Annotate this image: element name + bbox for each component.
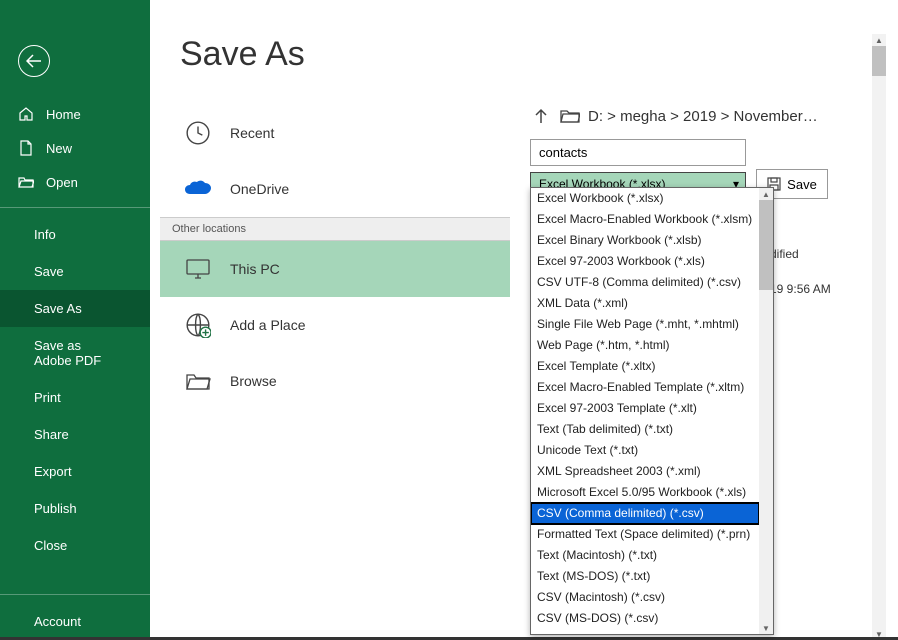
sidebar-item-label: Save as Adobe PDF [34,338,116,368]
file-type-option[interactable]: Single File Web Page (*.mht, *.mhtml) [531,314,759,335]
save-target-panel: D: > megha > 2019 > November… Excel Work… [530,105,850,199]
filename-input[interactable] [530,139,746,166]
sidebar-item-print[interactable]: Print [0,379,150,416]
file-type-option[interactable]: CSV (Comma delimited) (*.csv) [531,503,759,524]
file-type-option[interactable]: Excel Macro-Enabled Workbook (*.xlsm) [531,209,759,230]
sidebar-item-label: Home [46,107,81,122]
file-type-option[interactable]: Excel Macro-Enabled Template (*.xltm) [531,377,759,398]
sidebar-item-label: Save As [34,301,82,316]
location-label: Browse [230,373,277,389]
sidebar-item-publish[interactable]: Publish [0,490,150,527]
back-button[interactable] [18,45,50,77]
open-folder-icon [18,174,34,190]
location-label: This PC [230,261,280,277]
file-type-option[interactable]: Excel Binary Workbook (*.xlsb) [531,230,759,251]
file-type-option[interactable]: Formatted Text (Space delimited) (*.prn) [531,524,759,545]
new-file-icon [18,140,34,156]
locations-list: Recent OneDrive Other locations This PC … [160,105,510,409]
file-type-option[interactable]: CSV (Macintosh) (*.csv) [531,587,759,608]
file-type-option[interactable]: Text (Tab delimited) (*.txt) [531,419,759,440]
file-type-option[interactable]: Text (MS-DOS) (*.txt) [531,566,759,587]
sidebar-item-info[interactable]: Info [0,216,150,253]
folder-icon [560,108,580,124]
sidebar-item-label: New [46,141,72,156]
file-type-option[interactable]: XML Data (*.xml) [531,293,759,314]
breadcrumb-row: D: > megha > 2019 > November… [530,105,850,127]
file-type-option[interactable]: Excel 97-2003 Template (*.xlt) [531,398,759,419]
sidebar-item-save-as-pdf[interactable]: Save as Adobe PDF [0,327,150,379]
sidebar-item-new[interactable]: New [0,131,150,165]
location-add-place[interactable]: Add a Place [160,297,510,353]
column-header-modified-partial: dified [770,247,799,261]
sidebar-item-label: Info [34,227,56,242]
file-type-option[interactable]: Unicode Text (*.txt) [531,440,759,461]
sidebar-item-label: Publish [34,501,77,516]
location-label: OneDrive [230,181,289,197]
location-label: Add a Place [230,317,306,333]
file-type-dropdown-list: Excel Workbook (*.xlsx)Excel Macro-Enabl… [530,187,774,635]
up-one-level-button[interactable] [530,105,552,127]
dropdown-scrollbar[interactable]: ▲ ▼ [759,188,773,634]
scroll-up-icon[interactable]: ▲ [759,188,773,200]
page-title: Save As [180,35,886,74]
backstage-content: Save As Recent OneDrive Other locations … [150,0,886,640]
location-onedrive[interactable]: OneDrive [160,161,510,217]
sidebar-item-home[interactable]: Home [0,97,150,131]
sidebar-separator [0,207,150,208]
file-type-option[interactable]: CSV UTF-8 (Comma delimited) (*.csv) [531,272,759,293]
sidebar-item-close[interactable]: Close [0,527,150,564]
sidebar-item-label: Print [34,390,61,405]
add-place-icon [184,311,212,339]
file-row-date-partial: 19 9:56 AM [770,282,831,296]
file-type-option[interactable]: XML Spreadsheet 2003 (*.xml) [531,461,759,482]
sidebar-item-label: Save [34,264,64,279]
location-recent[interactable]: Recent [160,105,510,161]
browse-folder-icon [184,367,212,395]
file-type-option[interactable]: Excel Template (*.xltx) [531,356,759,377]
breadcrumb-path[interactable]: D: > megha > 2019 > November… [588,108,850,125]
this-pc-icon [184,255,212,283]
sidebar-item-label: Open [46,175,78,190]
file-type-option[interactable]: Text (Macintosh) (*.txt) [531,545,759,566]
content-scrollbar[interactable]: ▲ ▼ [872,34,886,640]
sidebar-item-label: Export [34,464,72,479]
file-type-option[interactable]: Excel Workbook (*.xlsx) [531,188,759,209]
sidebar-item-label: Close [34,538,67,553]
sidebar-item-label: Share [34,427,69,442]
backstage-sidebar: Home New Open Info Save Save As Save as … [0,0,150,640]
file-type-option[interactable]: Web Page (*.htm, *.html) [531,335,759,356]
file-type-option[interactable]: Microsoft Excel 5.0/95 Workbook (*.xls) [531,482,759,503]
locations-other-header: Other locations [160,217,510,241]
clock-icon [184,119,212,147]
location-this-pc[interactable]: This PC [160,241,510,297]
file-type-option[interactable]: CSV (MS-DOS) (*.csv) [531,608,759,629]
sidebar-item-account[interactable]: Account [0,603,150,640]
dropdown-scroll-thumb[interactable] [759,200,773,290]
file-type-option[interactable]: DIF (Data Interchange Format) (*.dif) [531,629,759,634]
scroll-up-icon[interactable]: ▲ [872,34,886,46]
sidebar-separator [0,594,150,595]
content-scroll-thumb[interactable] [872,46,886,76]
scroll-down-icon[interactable]: ▼ [759,622,773,634]
sidebar-item-save-as[interactable]: Save As [0,290,150,327]
sidebar-item-save[interactable]: Save [0,253,150,290]
home-icon [18,106,34,122]
sidebar-item-export[interactable]: Export [0,453,150,490]
sidebar-item-open[interactable]: Open [0,165,150,199]
location-label: Recent [230,125,274,141]
onedrive-icon [184,175,212,203]
file-type-option[interactable]: Excel 97-2003 Workbook (*.xls) [531,251,759,272]
location-browse[interactable]: Browse [160,353,510,409]
sidebar-item-share[interactable]: Share [0,416,150,453]
save-button-label: Save [787,177,817,192]
sidebar-item-label: Account [34,614,81,629]
